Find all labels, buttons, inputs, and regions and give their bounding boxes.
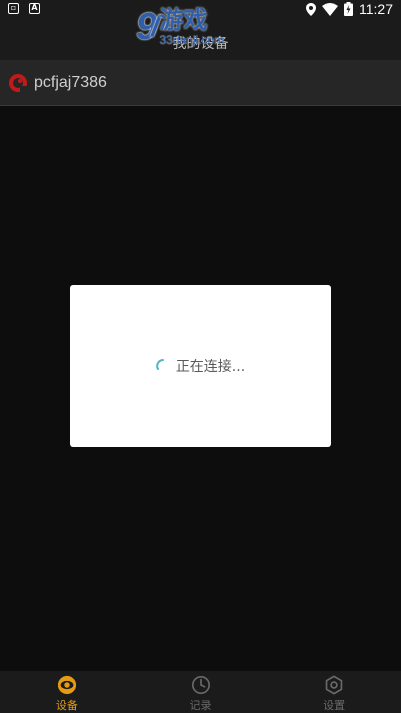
gear-icon [325, 675, 343, 695]
nav-item-settings[interactable]: 设置 [267, 671, 401, 713]
loading-spinner-icon [156, 359, 164, 370]
battery-icon [344, 2, 353, 16]
nav-label-settings: 设置 [323, 699, 346, 712]
notification-icon: ▫ [8, 3, 19, 14]
app-a-icon: A [29, 3, 40, 14]
connecting-dialog: 正在连接... [70, 285, 331, 447]
nav-label-records: 记录 [189, 699, 212, 712]
nav-item-devices[interactable]: 设备 [0, 671, 134, 713]
watermark-logo: 9 / 游戏 33danji.com [136, 5, 225, 48]
dialog-message: 正在连接... [175, 359, 246, 375]
location-icon [306, 2, 316, 16]
watermark-cn: 游戏 [159, 6, 208, 34]
nav-item-records[interactable]: 记录 [134, 671, 268, 713]
status-time: 11:27 [359, 1, 393, 17]
device-eye-icon [57, 675, 76, 695]
camera-logo-icon [9, 73, 27, 92]
nav-label-devices: 设备 [55, 699, 78, 712]
bottom-nav: 设备 记录 设置 [0, 671, 401, 713]
device-list-item[interactable]: pcfjaj7386 [0, 60, 401, 106]
clock-icon [191, 676, 210, 694]
device-name: pcfjaj7386 [34, 73, 107, 91]
watermark-url: 33danji.com [159, 33, 225, 47]
wifi-icon [322, 2, 338, 16]
